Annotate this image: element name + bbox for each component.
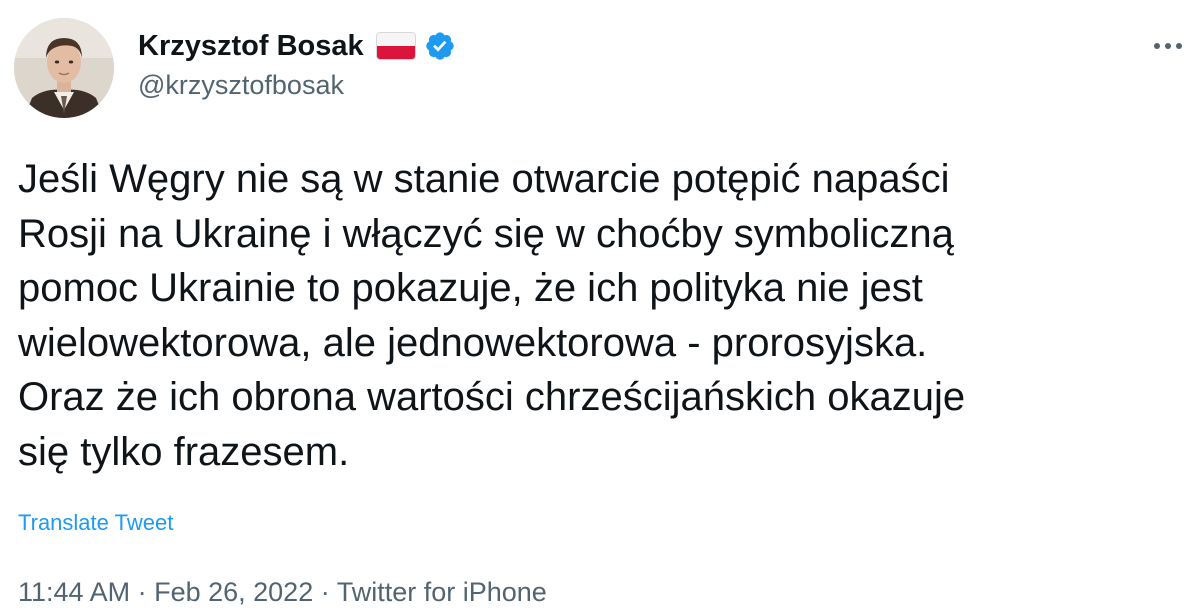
tweet-text-line: pomoc Ukrainie to pokazuje, że ich polit… [18,266,923,310]
author-name-row: Krzysztof Bosak [138,24,456,68]
more-options-icon[interactable] [1150,32,1186,60]
avatar-photo [14,18,114,118]
tweet-text-line: Rosji na Ukrainę i włączyć się w choćby … [18,211,954,256]
author-handle[interactable]: @krzysztofbosak [138,70,344,101]
tweet-card: Krzysztof Bosak @krzysztofbosak Jeśli Wę… [0,0,1200,616]
meta-separator: · [130,577,155,607]
tweet-text-line: Oraz że ich obrona wartości chrześcijańs… [18,375,966,419]
tweet-text-line: się tylko frazesem. [18,429,350,474]
tweet-date[interactable]: Feb 26, 2022 [154,577,313,607]
tweet-metadata: 11:44 AM · Feb 26, 2022 · Twitter for iP… [18,577,547,608]
translate-tweet-link[interactable]: Translate Tweet [18,510,173,536]
verified-badge-icon [425,32,454,60]
poland-flag-icon [375,32,416,60]
tweet-time[interactable]: 11:44 AM [18,577,130,607]
tweet-text: Jeśli Węgry nie są w stanie otwarcie pot… [18,152,1188,479]
tweet-text-line: Jeśli Węgry nie są w stanie otwarcie pot… [18,157,950,201]
display-name[interactable]: Krzysztof Bosak [138,30,364,63]
meta-separator: · [313,577,337,607]
tweet-text-line: wielowektorowa, ale jednowektorowa - pro… [18,320,928,365]
avatar[interactable] [14,18,114,118]
tweet-source[interactable]: Twitter for iPhone [337,577,547,607]
